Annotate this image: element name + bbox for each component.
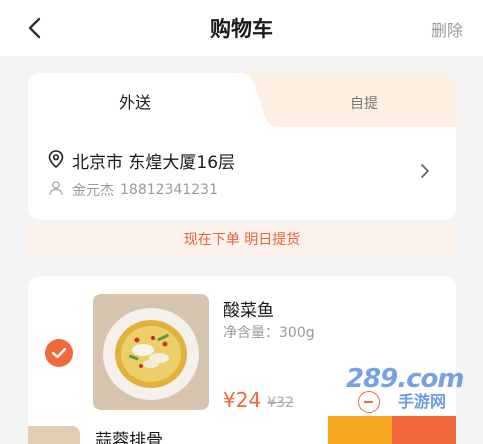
contact-phone: 18812341231 — [120, 182, 218, 198]
location-pin-icon — [48, 149, 64, 172]
checkout-bar-segment[interactable] — [392, 416, 456, 444]
cart-list: 酸菜鱼 净含量：300g ¥24 ¥32 蒜蓉排骨 — [28, 276, 456, 444]
address-card: 外送 自提 北京市 东煌大厦16层 金元杰 18812341231 — [28, 73, 456, 220]
price-row: ¥24 ¥32 — [223, 388, 294, 412]
nav-bar: 购物车 删除 — [0, 0, 483, 56]
tab-delivery[interactable]: 外送 — [28, 89, 242, 113]
product-name[interactable]: 蒜蓉排骨 — [95, 426, 163, 444]
product-original-price: ¥32 — [267, 395, 294, 411]
contact-name: 金元杰 — [72, 183, 114, 199]
page-title: 购物车 — [210, 17, 273, 41]
address-text: 北京市 东煌大厦16层 — [72, 153, 236, 173]
contact-row: 金元杰 18812341231 — [48, 180, 218, 200]
tab-bar: 外送 自提 — [28, 73, 456, 127]
person-icon — [48, 180, 64, 200]
watermark-sub: 手游网 — [398, 392, 447, 411]
delete-button[interactable]: 删除 — [431, 17, 463, 41]
checkout-bar[interactable] — [328, 416, 456, 444]
chevron-right-icon[interactable] — [420, 163, 430, 183]
product-image[interactable] — [28, 426, 80, 444]
tab-pickup[interactable]: 自提 — [284, 93, 444, 113]
item-checkbox[interactable] — [45, 339, 73, 367]
checkmark-icon — [51, 347, 67, 359]
product-price: ¥24 — [223, 388, 262, 412]
watermark-logo: 289.com 手游网 — [322, 362, 465, 411]
order-notice: 现在下单 明日提货 — [28, 222, 456, 258]
product-weight: 净含量：300g — [223, 325, 315, 341]
product-image[interactable] — [93, 294, 209, 410]
address-row[interactable]: 北京市 东煌大厦16层 — [48, 148, 235, 173]
checkout-bar-segment[interactable] — [328, 416, 392, 444]
product-name[interactable]: 酸菜鱼 — [223, 296, 274, 321]
